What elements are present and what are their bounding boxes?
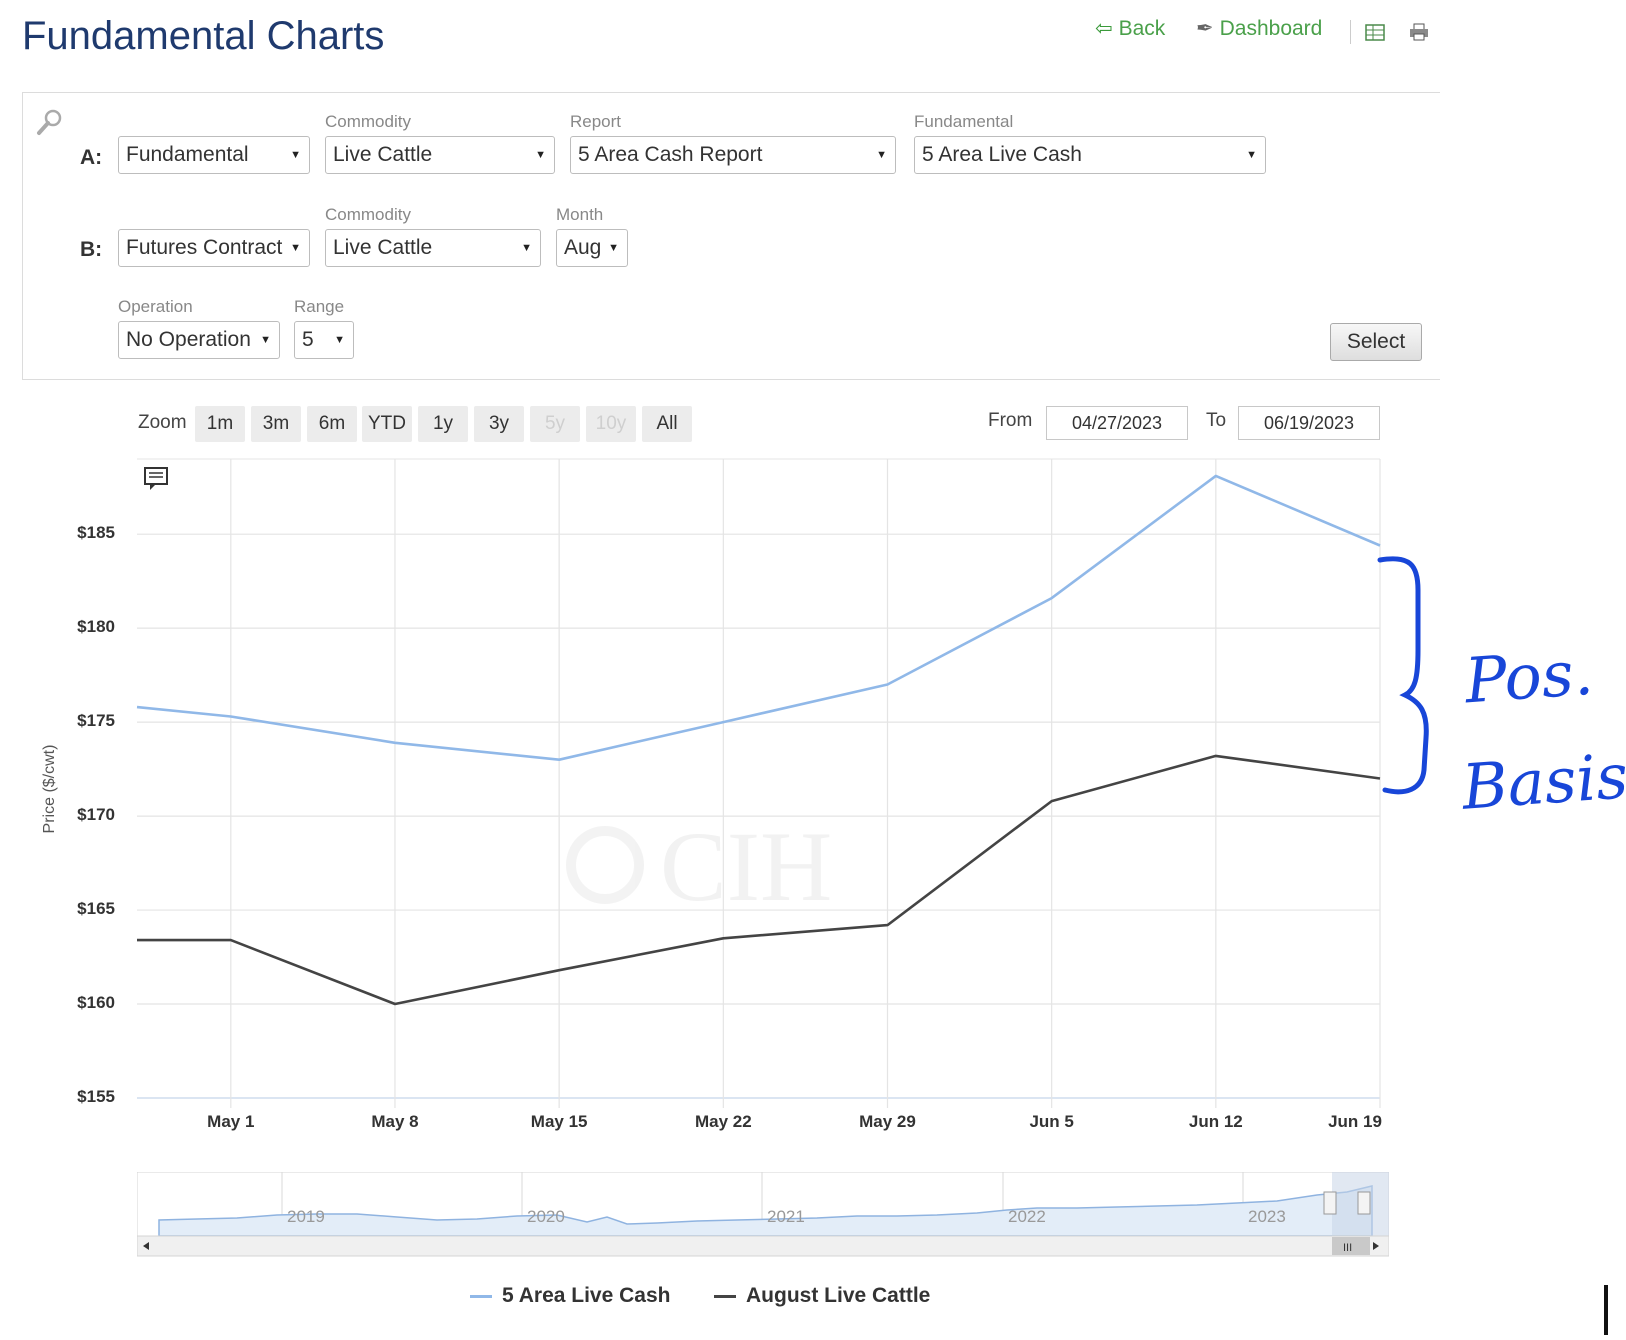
y-tick-label: $160 (77, 993, 115, 1013)
handwritten-brace (1377, 556, 1429, 795)
text-cursor-mark (1604, 1285, 1608, 1335)
legend-item-futures[interactable]: August Live Cattle (714, 1284, 930, 1308)
y-tick-label: $185 (77, 523, 115, 543)
navigator-year-label: 2020 (527, 1207, 565, 1226)
chart-series (136, 474, 1381, 1006)
y-tick-label: $180 (77, 617, 115, 637)
navigator-year-label: 2022 (1008, 1207, 1046, 1226)
navigator-scrollbar[interactable] (137, 1235, 1389, 1257)
y-tick-label: $170 (77, 805, 115, 825)
comment-icon[interactable] (144, 467, 168, 490)
y-tick-label: $155 (77, 1087, 115, 1106)
chart-grid (137, 458, 1381, 1108)
svg-text:CIH: CIH (660, 811, 832, 922)
svg-text:III: III (1343, 1242, 1352, 1254)
price-chart: CIH (136, 458, 1429, 1108)
x-tick-label: Jun 5 (1029, 1112, 1074, 1131)
y-tick-label: $175 (77, 711, 115, 731)
x-tick-label: Jun 19 (1328, 1112, 1382, 1131)
x-tick-label: May 22 (694, 1112, 752, 1131)
handwritten-pos-label: Pos. (1462, 635, 1596, 718)
series-line-5-area-live-cash[interactable] (136, 474, 1381, 762)
legend-swatch-futures (714, 1294, 736, 1298)
x-tick-label: May 15 (530, 1112, 588, 1131)
handwritten-basis-label: Basis (1459, 739, 1626, 824)
legend-item-cash[interactable]: 5 Area Live Cash (470, 1284, 670, 1308)
legend-label-cash: 5 Area Live Cash (502, 1284, 671, 1307)
x-tick-label: May 1 (207, 1112, 255, 1131)
navigator-right-handle[interactable] (1357, 1191, 1371, 1215)
navigator-year-label: 2019 (287, 1207, 325, 1226)
legend-swatch-cash (470, 1294, 492, 1298)
navigator-left-handle[interactable] (1323, 1191, 1337, 1215)
y-tick-label: $165 (77, 899, 115, 919)
navigator-year-label: 2023 (1248, 1207, 1286, 1226)
legend-label-futures: August Live Cattle (746, 1284, 931, 1307)
x-tick-label: Jun 12 (1188, 1112, 1243, 1131)
cih-watermark: CIH (566, 811, 832, 922)
navigator-year-label: 2021 (767, 1207, 805, 1226)
x-tick-label: May 29 (859, 1112, 916, 1131)
x-tick-label: May 8 (371, 1112, 419, 1131)
